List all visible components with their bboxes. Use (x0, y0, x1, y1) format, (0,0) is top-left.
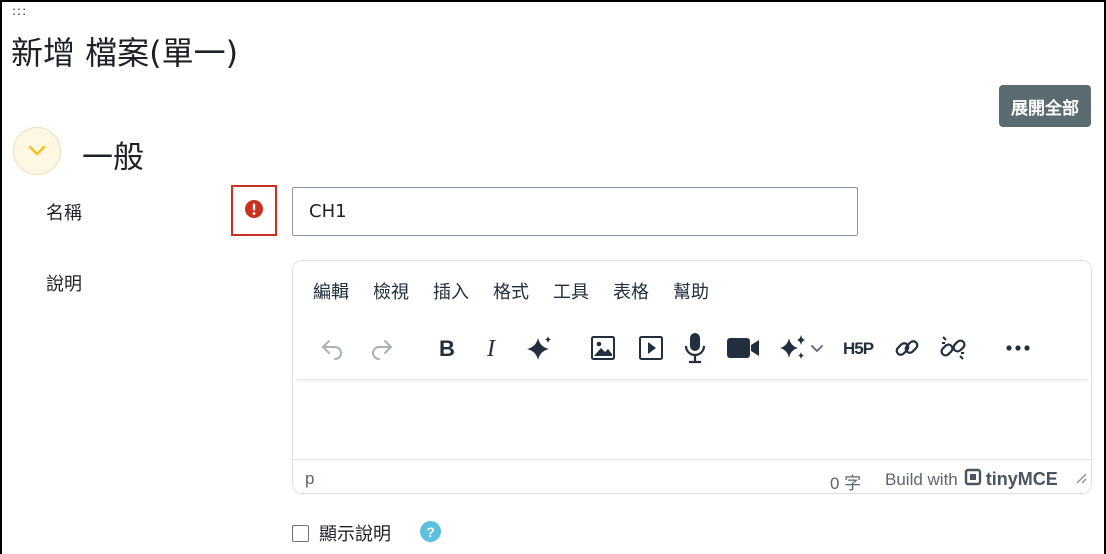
more-icon (1005, 344, 1031, 352)
name-input[interactable] (292, 187, 858, 236)
remove-link-button[interactable] (936, 331, 970, 365)
word-count[interactable]: 0 字 (830, 469, 861, 493)
svg-text:B: B (439, 337, 455, 359)
editor-statusbar: p 0 字 Build with tinyMCE (293, 459, 1091, 493)
editor-content-area[interactable] (293, 381, 1091, 459)
menu-view[interactable]: 檢視 (373, 278, 409, 308)
tinymce-logo-icon (964, 468, 982, 491)
redo-icon (368, 336, 394, 360)
menu-format[interactable]: 格式 (493, 278, 529, 308)
section-title: 一般 (82, 140, 144, 176)
ai-assist-button[interactable] (522, 331, 556, 365)
page-title: 新增 檔案(單一) (11, 34, 239, 72)
bold-icon: B (437, 337, 457, 359)
bold-button[interactable]: B (430, 331, 464, 365)
insert-media-button[interactable] (634, 331, 668, 365)
brand-name: tinyMCE (985, 469, 1058, 489)
microphone-icon (683, 332, 707, 364)
menu-edit[interactable]: 編輯 (313, 278, 349, 308)
ai-tools-dropdown[interactable] (776, 331, 828, 365)
record-video-button[interactable] (726, 331, 760, 365)
undo-icon (320, 336, 346, 360)
rich-text-editor: 編輯 檢視 插入 格式 工具 表格 幫助 B I H5P p 0 字 Build… (292, 260, 1092, 494)
name-label: 名稱 (46, 203, 82, 224)
record-audio-button[interactable] (678, 331, 712, 365)
chevron-down-icon (28, 142, 46, 161)
menu-insert[interactable]: 插入 (433, 278, 469, 308)
expand-all-button[interactable]: 展開全部 (999, 85, 1091, 127)
unlink-icon (938, 333, 968, 363)
drag-handle[interactable]: ::: (12, 5, 27, 17)
video-camera-icon (726, 337, 760, 359)
h5p-button[interactable]: H5P (841, 331, 881, 365)
menu-help[interactable]: 幫助 (673, 278, 709, 308)
section-collapse-toggle[interactable] (13, 127, 61, 175)
italic-button[interactable]: I (476, 331, 510, 365)
media-icon (638, 335, 664, 361)
build-with-text: Build with (885, 469, 958, 489)
page-frame: ::: 新增 檔案(單一) 展開全部 一般 名稱 說明 編輯 檢視 插入 格式 … (0, 0, 1106, 554)
resize-handle-icon[interactable] (1075, 469, 1087, 489)
description-label: 說明 (46, 274, 82, 295)
insert-image-button[interactable] (586, 331, 620, 365)
tinymce-branding[interactable]: Build with tinyMCE (885, 468, 1058, 491)
show-description-label: 顯示說明 (319, 524, 391, 545)
redo-button[interactable] (364, 331, 398, 365)
link-icon (893, 334, 921, 362)
menu-table[interactable]: 表格 (613, 278, 649, 308)
ai-sparkle-icon (525, 334, 553, 362)
italic-icon: I (484, 337, 502, 359)
menu-tools[interactable]: 工具 (553, 278, 589, 308)
ai-stars-dropdown-icon (776, 332, 828, 364)
editor-menubar: 編輯 檢視 插入 格式 工具 表格 幫助 (293, 278, 1091, 308)
show-description-checkbox[interactable] (292, 524, 309, 542)
show-description-option[interactable]: 顯示說明 (292, 520, 391, 546)
exclamation-circle-icon (244, 199, 264, 223)
image-icon (590, 335, 616, 361)
more-tools-button[interactable] (1001, 331, 1035, 365)
undo-button[interactable] (316, 331, 350, 365)
help-icon[interactable]: ? (420, 521, 441, 542)
required-indicator[interactable] (231, 185, 277, 236)
element-path[interactable]: p (305, 469, 314, 489)
svg-text:H5P: H5P (843, 339, 874, 358)
svg-text:I: I (486, 337, 496, 359)
h5p-icon: H5P (842, 337, 880, 359)
editor-toolbar: B I H5P (293, 321, 1091, 379)
insert-link-button[interactable] (890, 331, 924, 365)
